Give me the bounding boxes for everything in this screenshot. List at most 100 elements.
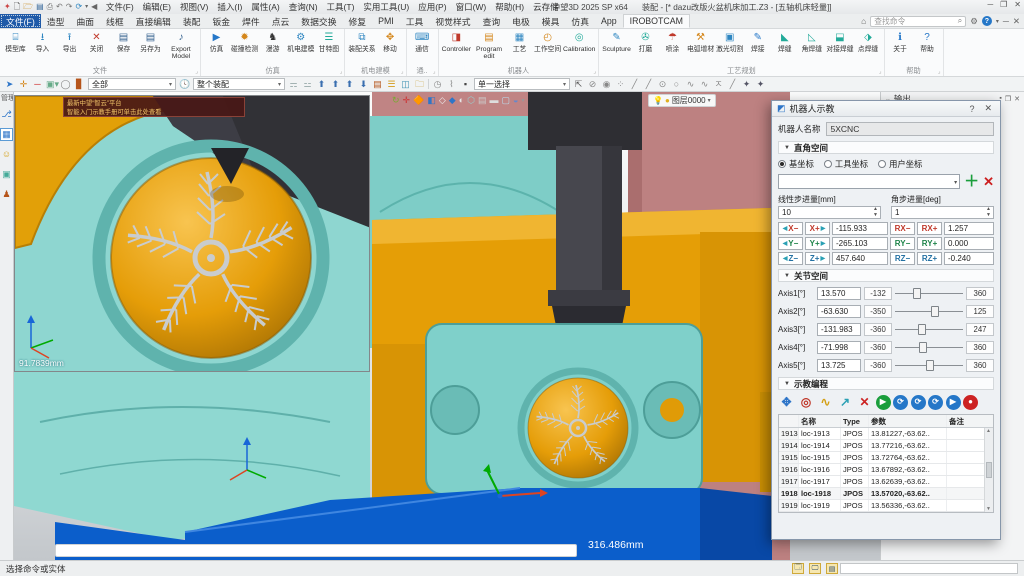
ribbon-item-甘特图[interactable]: ☰甘特图 <box>315 30 342 53</box>
layer-selector[interactable]: 💡 ● 图层0000 ▾ <box>648 94 716 107</box>
menu-文件(F)[interactable]: 文件(F) <box>101 1 138 13</box>
ribbon-item-模型库[interactable]: ⌸模型库 <box>2 30 29 53</box>
scope-dropdown[interactable]: 全部▾ <box>88 78 176 90</box>
restore-button[interactable]: ❐ <box>1000 0 1007 9</box>
robot-panel-titlebar[interactable]: ◩ 机器人示教 ? ✕ <box>772 101 1000 117</box>
col-header-index[interactable] <box>779 415 799 427</box>
ribbon-item-关闭[interactable]: ✕关闭 <box>83 30 110 53</box>
refresh-icon[interactable]: ⟳ <box>75 3 82 11</box>
axis-slider-thumb[interactable] <box>931 306 939 317</box>
snap-diag-icon[interactable]: ╱ <box>727 80 738 89</box>
coordinate-dropdown[interactable]: ▾ <box>778 174 960 189</box>
axis-value-input[interactable]: 13.725 <box>817 359 861 372</box>
image-filter-icon[interactable]: ▣▾ <box>46 80 57 89</box>
tab-仿真[interactable]: 仿真 <box>565 14 595 28</box>
ribbon-item-焊接[interactable]: ✎焊接 <box>744 30 771 53</box>
ribbon-item-导出[interactable]: ⭱导出 <box>56 30 83 53</box>
move-handle-icon[interactable]: ✛ <box>18 80 29 89</box>
face-manager-icon[interactable]: ☺ <box>0 148 13 161</box>
ribbon-item-喷涂[interactable]: ☂喷涂 <box>659 30 686 53</box>
table-row[interactable]: 1914loc-1914JPOS13.77216,-63.62.. <box>779 440 993 452</box>
menu-帮助(H)[interactable]: 帮助(H) <box>491 1 529 13</box>
tab-App[interactable]: App <box>595 14 623 28</box>
ribbon-item-Program edit[interactable]: ▤Program edit <box>472 30 506 60</box>
tab-查询[interactable]: 查询 <box>477 14 507 28</box>
table-scrollbar[interactable]: ▲▼ <box>984 428 993 512</box>
ribbon-item-对接焊缝[interactable]: ⬓对接焊缝 <box>825 30 854 53</box>
value-RY−[interactable]: 0.000 <box>944 237 994 250</box>
ribbon-item-保存[interactable]: ▤保存 <box>110 30 137 53</box>
ribbon-item-导入[interactable]: ⭳导入 <box>29 30 56 53</box>
zoom-view-icon[interactable]: 🔶 <box>413 96 424 105</box>
section-cartesian[interactable]: ▼ 直角空间 <box>778 141 994 154</box>
output-close-icon[interactable]: ✕ <box>1014 95 1020 103</box>
axis-slider-thumb[interactable] <box>913 288 921 299</box>
chart-filter-icon[interactable]: ▊ <box>74 80 85 89</box>
value-Y[interactable]: -265.103 <box>832 237 888 250</box>
ribbon-item-漫游[interactable]: ♞漫游 <box>259 30 286 53</box>
cycle-continuous-icon[interactable]: ⟳ <box>928 395 943 410</box>
tab-焊件[interactable]: 焊件 <box>236 14 266 28</box>
table-row[interactable]: 1918loc-1918JPOS13.57020,-63.62.. <box>779 488 993 500</box>
jog-RX−[interactable]: RX− <box>890 222 915 235</box>
group-expand-icon[interactable]: ⌟ <box>879 68 882 75</box>
settings-gear-icon[interactable]: ⚙ <box>970 16 978 27</box>
section-teach[interactable]: ▼ 示教编程 <box>778 377 994 390</box>
status-input-field[interactable] <box>840 563 1018 574</box>
tab-视觉样式[interactable]: 视觉样式 <box>429 14 476 28</box>
tab-钣金[interactable]: 钣金 <box>206 14 236 28</box>
menu-插入(I)[interactable]: 插入(I) <box>213 1 247 13</box>
delete-icon[interactable]: ✕ <box>856 394 873 410</box>
history-icon[interactable]: 🕓 <box>179 80 190 89</box>
jog-Y+[interactable]: Y+▶ <box>805 237 830 250</box>
3d-viewport[interactable]: 管理器 ⎇ ▦ ☺ ▣ ♟ ↻ ✛ 🔶 ◧ ◇ ◆ ◐ ⬡ ▤ ▬ ▢ ◒ ▾ <box>0 92 1024 560</box>
menu-窗口(W)[interactable]: 窗口(W) <box>451 1 491 13</box>
tab-曲面[interactable]: 曲面 <box>70 14 100 28</box>
ribbon-item-打磨[interactable]: ✇打磨 <box>632 30 659 53</box>
menu-视图(V)[interactable]: 视图(V) <box>176 1 213 13</box>
save-icon[interactable]: ▤ <box>36 3 44 11</box>
jog-Y−[interactable]: ◀Y− <box>778 237 803 250</box>
pin-4-icon[interactable]: ⬇ <box>358 80 369 89</box>
robot-name-field[interactable]: 5XCNC <box>826 122 994 136</box>
edit-point-icon[interactable]: ↗ <box>837 394 854 410</box>
snap-circle-center-icon[interactable]: ⊙ <box>657 80 668 89</box>
cycle-icon[interactable]: ⟳ <box>893 395 908 410</box>
radio-用户坐标[interactable]: 用户坐标 <box>878 158 922 170</box>
select-arrow-icon[interactable]: ⇱ <box>573 80 584 89</box>
add-coordinate-button[interactable]: ＋ <box>964 174 979 189</box>
col-header-备注[interactable]: 备注 <box>947 415 986 427</box>
window-pick-icon[interactable]: ◫ <box>400 80 411 89</box>
pick-cursor-icon[interactable]: ➤ <box>4 80 15 89</box>
rotate-view-icon[interactable]: ↻ <box>392 96 400 105</box>
value-RZ−[interactable]: -0.240 <box>944 252 994 265</box>
close-button[interactable]: ✕ <box>1014 0 1021 9</box>
jog-RZ+[interactable]: RZ+ <box>917 252 942 265</box>
tab-工具[interactable]: 工具 <box>400 14 430 28</box>
ribbon-item-工作空间[interactable]: ◴工作空间 <box>533 30 562 53</box>
group-expand-icon[interactable]: ⌟ <box>340 68 343 75</box>
assembly-dropdown[interactable]: 整个装配▾ <box>193 78 285 90</box>
tab-电极[interactable]: 电极 <box>506 14 536 28</box>
section-view-icon[interactable]: ▤ <box>478 96 487 105</box>
menu-实用工具(U)[interactable]: 实用工具(U) <box>359 1 414 13</box>
group-expand-icon[interactable]: ⌟ <box>938 68 941 75</box>
teach-point-table[interactable]: 名称Type参数备注1913loc-1913JPOS13.81227,-63.6… <box>778 414 994 513</box>
axis-slider-thumb[interactable] <box>919 342 927 353</box>
jog-Z+[interactable]: Z+▶ <box>805 252 830 265</box>
tab-文件(F)[interactable]: 文件(F) <box>0 14 41 28</box>
clip-icon[interactable]: ⌇ <box>446 80 457 89</box>
ribbon-item-机电建模[interactable]: ⚙机电建模 <box>286 30 315 53</box>
ribbon-item-关于[interactable]: ℹ关于 <box>887 30 914 53</box>
jog-RZ−[interactable]: RZ− <box>890 252 915 265</box>
axis-slider-thumb[interactable] <box>918 324 926 335</box>
col-header-参数[interactable]: 参数 <box>869 415 947 427</box>
search-input[interactable]: 查找命令 ⌕ <box>870 16 966 27</box>
circle-filter-icon[interactable]: ◯ <box>60 80 71 89</box>
delete-coordinate-button[interactable]: ✕ <box>983 175 994 188</box>
menu-编辑(E)[interactable]: 编辑(E) <box>138 1 175 13</box>
ribbon-item-电弧增材[interactable]: ⚒电弧增材 <box>686 30 715 53</box>
selection-mode-dropdown[interactable]: 单一选择▾ <box>474 78 570 90</box>
jog-Z−[interactable]: ◀Z− <box>778 252 803 265</box>
snap-grid-icon[interactable]: ⁘ <box>615 80 626 89</box>
